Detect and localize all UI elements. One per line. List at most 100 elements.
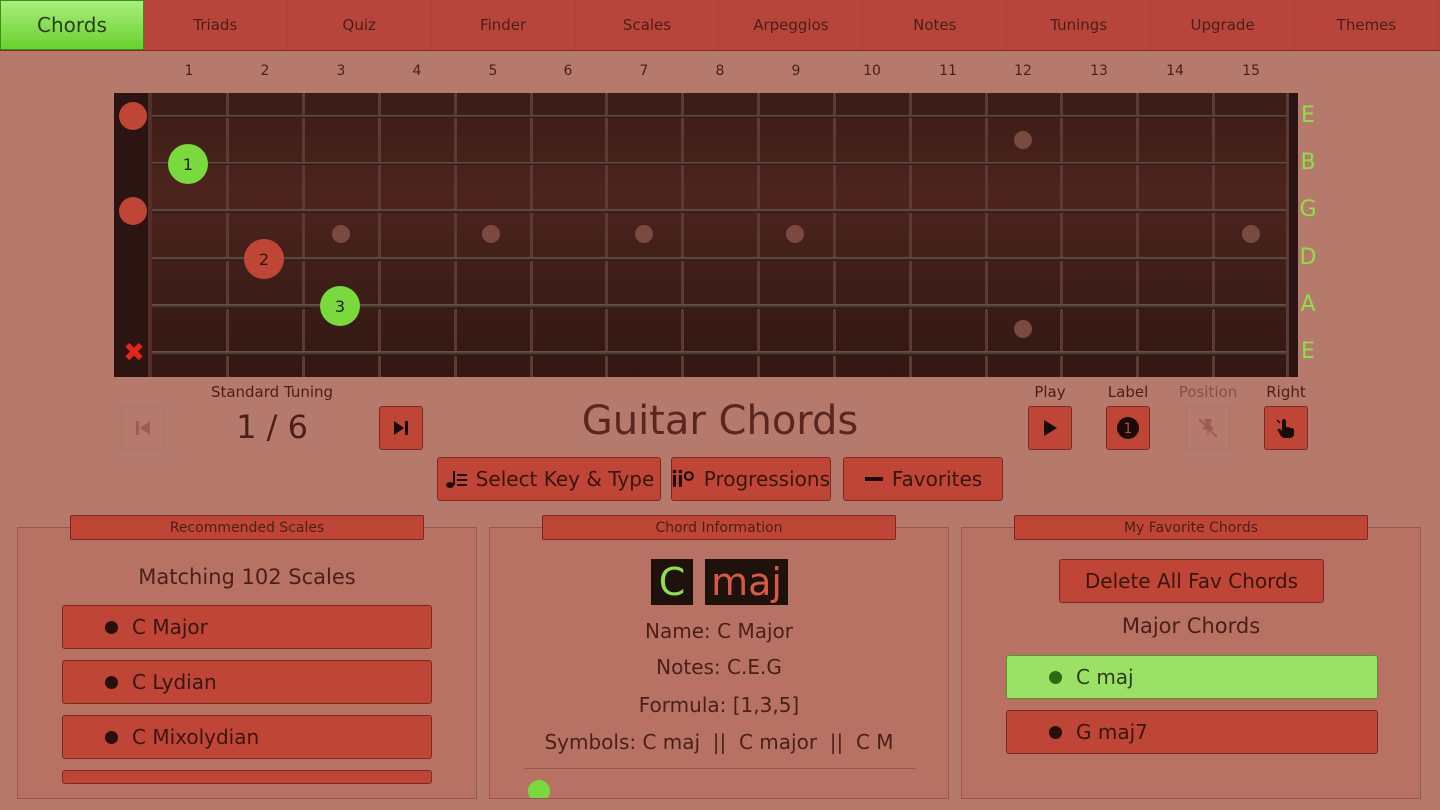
select-key-type-label: Select Key & Type xyxy=(475,467,655,491)
play-label: Play xyxy=(1034,383,1066,401)
bullet-icon xyxy=(105,730,118,744)
divider xyxy=(524,768,916,769)
string-low-e xyxy=(152,351,1286,356)
select-key-type-button[interactable]: Select Key & Type xyxy=(437,457,661,501)
scale-item[interactable]: C Major xyxy=(62,605,432,649)
handedness-button[interactable] xyxy=(1264,406,1308,450)
fret-wire xyxy=(757,93,760,377)
finger-marker-1[interactable]: 1 xyxy=(168,144,208,184)
fret-wire xyxy=(1212,93,1215,377)
fret-number: 12 xyxy=(1014,63,1032,79)
fret-wire xyxy=(681,93,684,377)
string-name-d: D xyxy=(1299,245,1317,270)
position-label: Position xyxy=(1178,383,1238,401)
progressions-button[interactable]: Progressions xyxy=(671,457,831,501)
fret-wire xyxy=(226,93,229,377)
right-label: Right xyxy=(1266,383,1306,401)
favorites-button[interactable]: Favorites xyxy=(843,457,1003,501)
fret-number: 13 xyxy=(1090,63,1108,79)
tab-scales[interactable]: Scales xyxy=(576,0,720,50)
tab-quiz[interactable]: Quiz xyxy=(288,0,432,50)
finger-marker-3[interactable]: 3 xyxy=(320,286,360,326)
string-high-e xyxy=(152,115,1286,118)
matching-scales-count: Matching 102 Scales xyxy=(138,565,356,589)
next-button[interactable] xyxy=(379,406,423,450)
bullet-icon xyxy=(105,675,118,689)
fret-inlay xyxy=(786,225,804,243)
fret-wire xyxy=(1286,93,1289,377)
string-name-high-e: E xyxy=(1301,103,1315,128)
tab-themes[interactable]: Themes xyxy=(1295,0,1439,50)
chord-symbols-line: Symbols: C maj || C major || C M xyxy=(544,730,894,754)
chord-root: C xyxy=(651,559,693,605)
chord-formula-line: Formula: [1,3,5] xyxy=(638,693,800,717)
play-button[interactable] xyxy=(1028,406,1072,450)
open-string-marker[interactable] xyxy=(119,197,147,225)
delete-all-fav-chords-button[interactable]: Delete All Fav Chords xyxy=(1059,559,1324,603)
fret-wire xyxy=(454,93,457,377)
fret-number: 10 xyxy=(863,63,881,79)
tab-tunings[interactable]: Tunings xyxy=(1007,0,1152,50)
muted-string-x-icon[interactable]: ✖ xyxy=(122,340,146,366)
fret-number: 3 xyxy=(336,63,346,79)
chord-information-panel: C maj Name: C Major Notes: C.E.G Formula… xyxy=(489,527,949,799)
fretboard[interactable]: ✖ 1 2 3 xyxy=(114,93,1298,377)
favorite-chord-label: G maj7 xyxy=(1076,720,1148,744)
tab-finder[interactable]: Finder xyxy=(432,0,576,50)
tab-chords[interactable]: Chords xyxy=(0,0,144,50)
fret-wire xyxy=(909,93,912,377)
tab-triads[interactable]: Triads xyxy=(144,0,288,50)
progressions-label: Progressions xyxy=(703,467,830,491)
bullet-icon xyxy=(105,620,118,634)
fret-number: 15 xyxy=(1242,63,1260,79)
favorites-label: Favorites xyxy=(891,467,983,491)
delete-all-fav-chords-label: Delete All Fav Chords xyxy=(1084,569,1299,593)
bullet-icon xyxy=(1049,670,1062,684)
open-string-marker[interactable] xyxy=(119,102,147,130)
favorite-chords-panel: Delete All Fav Chords Major Chords C maj… xyxy=(961,527,1421,799)
chord-information-header: Chord Information xyxy=(542,515,896,540)
tab-arpeggios[interactable]: Arpeggios xyxy=(719,0,864,50)
fret-number: 4 xyxy=(412,63,422,79)
favorite-chord-item[interactable]: G maj7 xyxy=(1006,710,1378,754)
hand-pointer-icon xyxy=(1276,419,1294,438)
chord-counter: 1 / 6 xyxy=(236,408,308,446)
tuning-label: Standard Tuning xyxy=(210,383,334,401)
fret-wire xyxy=(1060,93,1063,377)
previous-button[interactable] xyxy=(121,406,165,450)
scale-item-label: C Major xyxy=(132,615,208,639)
top-nav: Chords Triads Quiz Finder Scales Arpeggi… xyxy=(0,0,1440,51)
skip-next-icon xyxy=(394,421,408,435)
label-toggle-button[interactable]: 1 xyxy=(1106,406,1150,450)
scale-item[interactable]: C Lydian xyxy=(62,660,432,704)
fret-inlay xyxy=(482,225,500,243)
chord-name-line: Name: C Major xyxy=(645,619,793,643)
string-d xyxy=(152,257,1286,261)
fret-number: 1 xyxy=(184,63,194,79)
scale-item[interactable]: C Mixolydian xyxy=(62,715,432,759)
fret-number: 11 xyxy=(939,63,957,79)
string-b xyxy=(152,162,1286,165)
partial-green-dot xyxy=(528,780,550,798)
fret-wire xyxy=(302,93,305,377)
chord-quality: maj xyxy=(705,559,788,605)
favorite-chords-header: My Favorite Chords xyxy=(1014,515,1368,540)
favorite-chord-item[interactable]: C maj xyxy=(1006,655,1378,699)
tab-upgrade[interactable]: Upgrade xyxy=(1151,0,1296,50)
string-name-low-e: E xyxy=(1301,339,1315,364)
chord-group-label: Major Chords xyxy=(1121,614,1261,638)
scale-item-partial[interactable] xyxy=(62,770,432,784)
position-button[interactable] xyxy=(1186,406,1230,450)
music-list-icon xyxy=(445,471,467,488)
fret-inlay xyxy=(1014,131,1032,149)
fret-number: 6 xyxy=(563,63,573,79)
finger-marker-2[interactable]: 2 xyxy=(244,239,284,279)
tab-notes[interactable]: Notes xyxy=(863,0,1008,50)
bullet-icon xyxy=(1049,725,1062,739)
fret-inlay xyxy=(332,225,350,243)
fret-wire xyxy=(378,93,381,377)
scale-item-label: C Mixolydian xyxy=(132,725,260,749)
scale-item-label: C Lydian xyxy=(132,670,217,694)
pin-off-icon xyxy=(1198,418,1218,438)
string-name-g: G xyxy=(1299,197,1317,222)
